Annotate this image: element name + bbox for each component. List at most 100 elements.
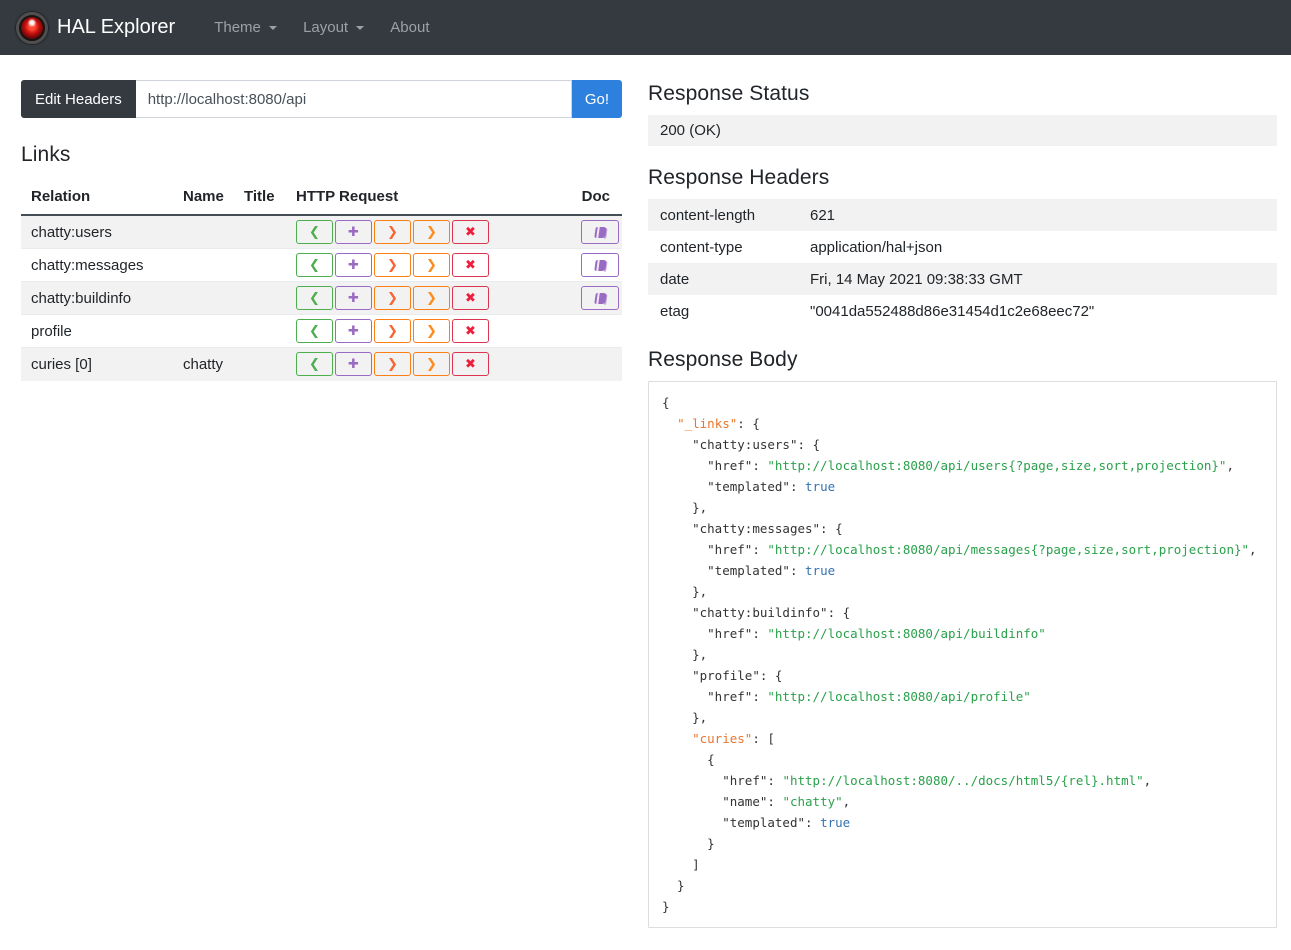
nav-item-layout[interactable]: Layout	[290, 11, 377, 44]
doc-book-icon	[593, 259, 607, 271]
link-row: chatty:buildinfo ❮ ✚ ❯ ❯ ✖	[21, 281, 622, 315]
links-table-body: chatty:users ❮ ✚ ❯ ❯ ✖ chatty:messages ❮ ✚ ❯ ❯ ✖ cha…	[21, 215, 622, 381]
response-body-json: { "_links": { "chatty:users": { "href": …	[648, 381, 1277, 928]
post-request-button[interactable]: ✚	[335, 352, 372, 377]
doc-book-icon	[593, 292, 607, 304]
doc-button[interactable]	[581, 253, 619, 277]
link-row: curies [0] chatty ❮ ✚ ❯ ❯ ✖	[21, 347, 622, 381]
doc-cell	[536, 282, 622, 315]
response-status-value: 200 (OK)	[648, 115, 1277, 146]
delete-request-button[interactable]: ✖	[452, 319, 489, 343]
get-request-button[interactable]: ❮	[296, 220, 333, 244]
header-name: date	[660, 270, 690, 288]
link-row: profile ❮ ✚ ❯ ❯ ✖	[21, 314, 622, 348]
column-header-name: Name	[173, 180, 234, 216]
column-header-doc: Doc	[536, 180, 622, 216]
response-header-row: content-length 621	[648, 199, 1277, 231]
request-bar: Edit Headers Go!	[21, 80, 622, 118]
delete-request-button[interactable]: ✖	[452, 352, 489, 377]
brand-title: HAL Explorer	[57, 16, 176, 38]
response-headers-table: content-length 621 content-type application…	[648, 199, 1277, 327]
put-request-button[interactable]: ❯	[374, 286, 411, 310]
link-relation: chatty:buildinfo	[31, 289, 132, 307]
delete-request-button[interactable]: ✖	[452, 253, 489, 277]
doc-cell	[536, 249, 622, 282]
header-value: Fri, 14 May 2021 09:38:33 GMT	[810, 270, 1023, 288]
link-relation: chatty:users	[31, 223, 112, 241]
patch-request-button[interactable]: ❯	[413, 352, 450, 377]
get-request-button[interactable]: ❮	[296, 253, 333, 277]
put-request-button[interactable]: ❯	[374, 319, 411, 343]
link-title	[234, 348, 286, 381]
put-request-button[interactable]: ❯	[374, 352, 411, 377]
edit-headers-button[interactable]: Edit Headers	[21, 80, 136, 118]
post-request-button[interactable]: ✚	[335, 253, 372, 277]
http-request-buttons: ❮ ✚ ❯ ❯ ✖	[286, 348, 536, 381]
header-name: content-type	[660, 238, 743, 256]
main-content: Edit Headers Go! Links RelationNameTitle…	[0, 55, 1291, 950]
hal-9000-logo-icon	[16, 11, 48, 44]
http-request-buttons: ❮ ✚ ❯ ❯ ✖	[286, 315, 536, 348]
put-request-button[interactable]: ❯	[374, 253, 411, 277]
response-body-title: Response Body	[648, 348, 798, 371]
http-request-buttons: ❮ ✚ ❯ ❯ ✖	[286, 249, 536, 282]
post-request-button[interactable]: ✚	[335, 286, 372, 310]
response-panel: Response Status 200 (OK) Response Header…	[648, 80, 1277, 950]
header-value: "0041da552488d86e31454d1c2e68eec72"	[810, 302, 1095, 320]
doc-button[interactable]	[581, 286, 619, 310]
header-name: etag	[660, 302, 690, 320]
links-table-header-row: Relation Name Title HTTP Request Doc	[21, 180, 622, 216]
link-relation: profile	[31, 322, 72, 340]
delete-request-button[interactable]: ✖	[452, 220, 489, 244]
response-headers-title: Response Headers	[648, 166, 830, 189]
link-row: chatty:users ❮ ✚ ❯ ❯ ✖	[21, 215, 622, 249]
http-request-buttons: ❮ ✚ ❯ ❯ ✖	[286, 282, 536, 315]
response-header-row: content-type application/hal+json	[648, 231, 1277, 263]
get-request-button[interactable]: ❮	[296, 286, 333, 310]
links-section-title: Links	[21, 143, 71, 166]
url-input[interactable]	[135, 80, 572, 118]
links-table: Relation Name Title HTTP Request Doc chatty:…	[21, 180, 622, 381]
link-title	[234, 315, 286, 348]
patch-request-button[interactable]: ❯	[413, 286, 450, 310]
go-button[interactable]: Go!	[571, 80, 622, 118]
response-header-row: etag "0041da552488d86e31454d1c2e68eec72"	[648, 295, 1277, 327]
navbar-menu: Theme Layout About	[201, 11, 442, 44]
link-name	[173, 315, 234, 348]
link-name	[173, 282, 234, 315]
link-name	[173, 215, 234, 249]
get-request-button[interactable]: ❮	[296, 319, 333, 343]
link-row: chatty:messages ❮ ✚ ❯ ❯ ✖	[21, 248, 622, 282]
doc-button[interactable]	[581, 220, 619, 244]
column-header-relation: Relation	[21, 180, 173, 216]
link-relation: curies [0]	[31, 355, 92, 373]
patch-request-button[interactable]: ❯	[413, 253, 450, 277]
navbar: HAL Explorer Theme Layout About	[0, 0, 1291, 55]
column-header-http-request: HTTP Request	[286, 180, 536, 216]
column-header-title: Title	[234, 180, 286, 216]
nav-item-about[interactable]: About	[377, 11, 442, 44]
header-value: application/hal+json	[810, 238, 943, 256]
http-request-buttons: ❮ ✚ ❯ ❯ ✖	[286, 215, 536, 249]
put-request-button[interactable]: ❯	[374, 220, 411, 244]
get-request-button[interactable]: ❮	[296, 352, 333, 377]
link-title	[234, 249, 286, 282]
doc-cell	[536, 215, 622, 249]
link-title	[234, 282, 286, 315]
patch-request-button[interactable]: ❯	[413, 319, 450, 343]
response-headers-body: content-length 621 content-type application…	[648, 199, 1277, 327]
link-title	[234, 215, 286, 249]
navbar-brand[interactable]: HAL Explorer	[12, 11, 179, 44]
header-name: content-length	[660, 206, 756, 224]
request-panel: Edit Headers Go! Links RelationNameTitle…	[21, 80, 622, 381]
link-name: chatty	[183, 355, 224, 373]
delete-request-button[interactable]: ✖	[452, 286, 489, 310]
chevron-down-icon	[269, 26, 278, 30]
post-request-button[interactable]: ✚	[335, 220, 372, 244]
response-status-title: Response Status	[648, 82, 810, 105]
post-request-button[interactable]: ✚	[335, 319, 372, 343]
patch-request-button[interactable]: ❯	[413, 220, 450, 244]
link-relation: chatty:messages	[31, 256, 144, 274]
chevron-down-icon	[356, 26, 365, 30]
nav-item-theme[interactable]: Theme	[201, 11, 290, 44]
